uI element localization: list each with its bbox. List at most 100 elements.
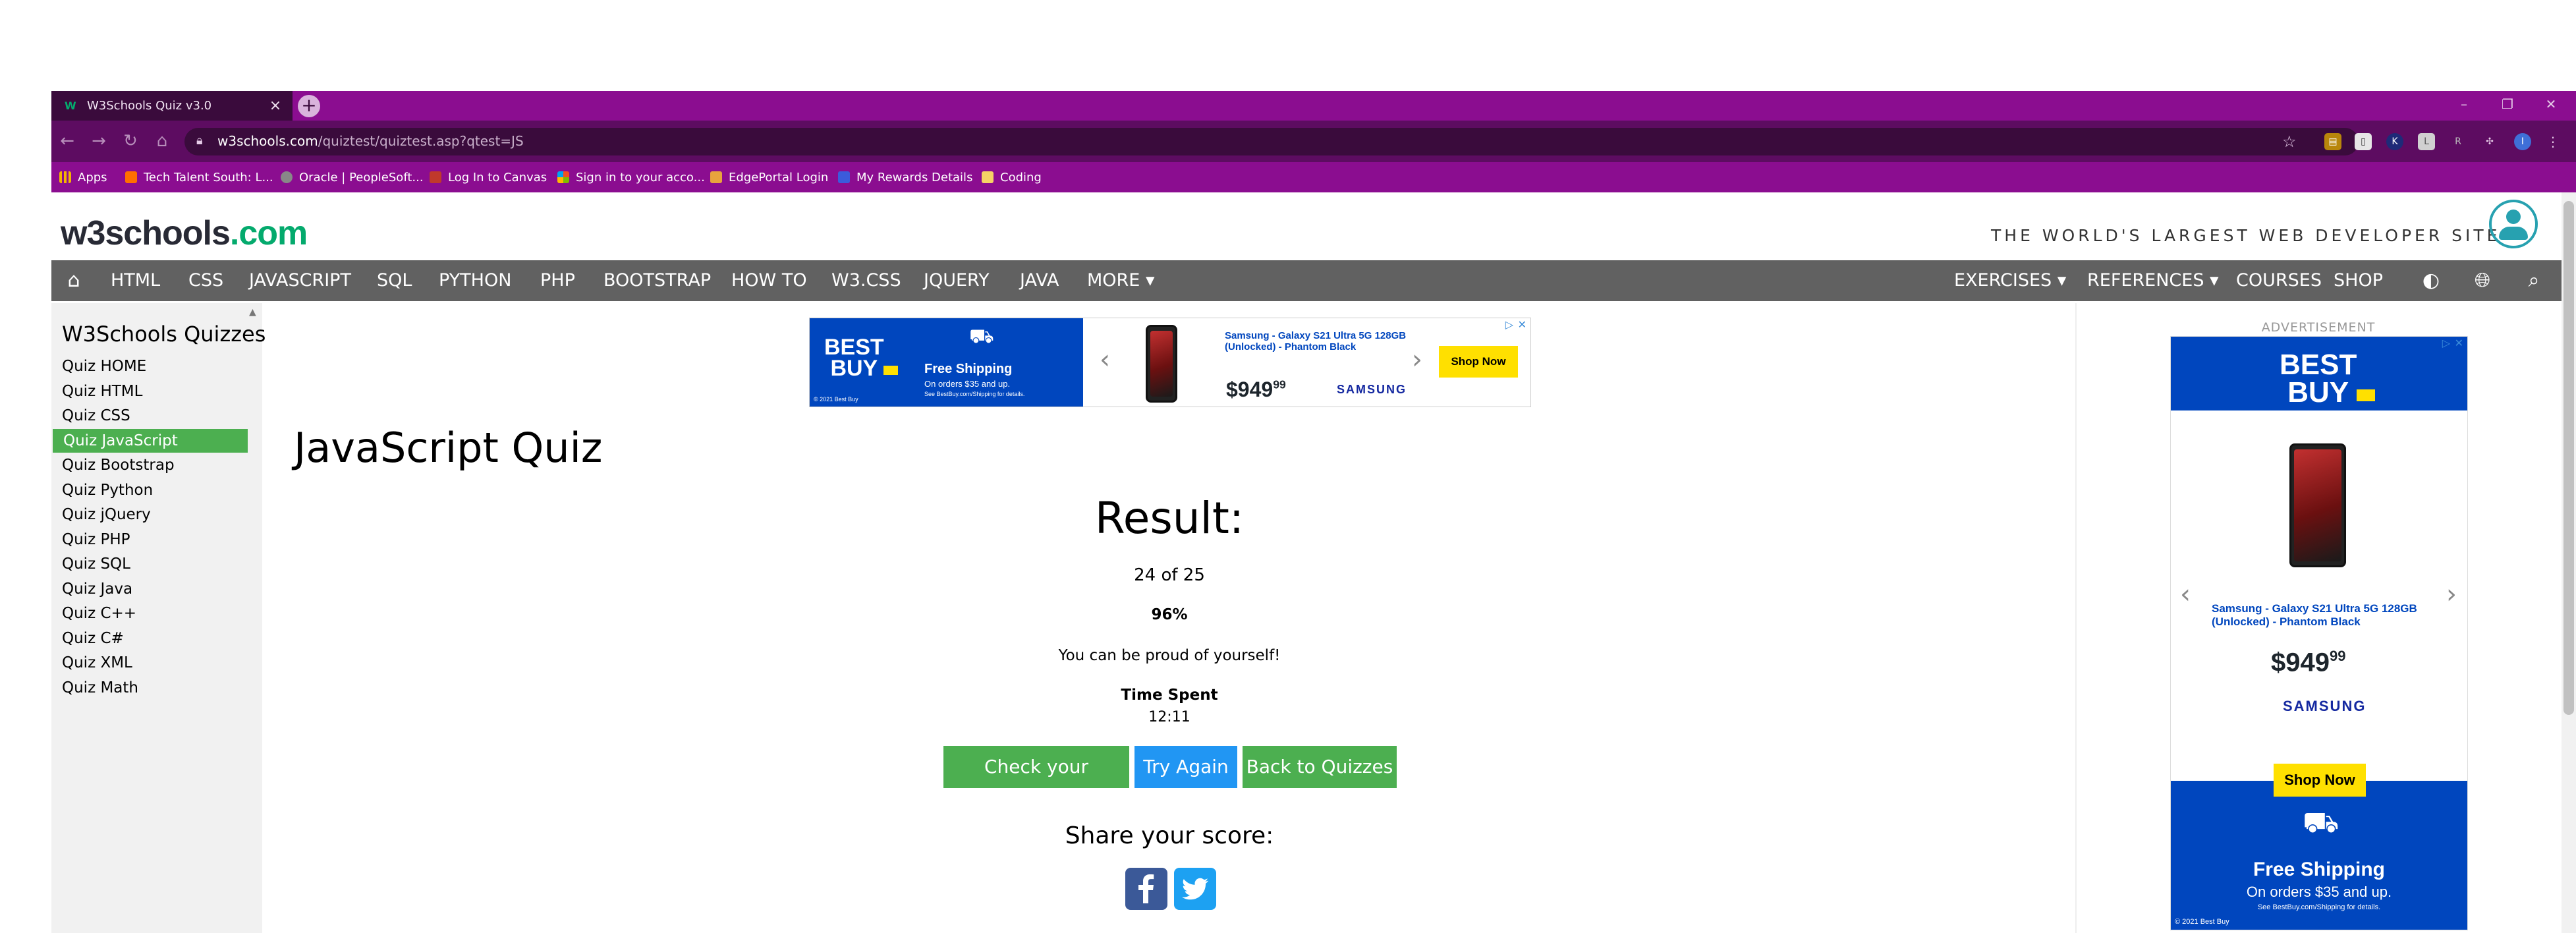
bookmark-tech-talent[interactable]: Tech Talent South: L... [125, 162, 273, 192]
ad-shop-now-button-front[interactable]: Shop Now [2274, 764, 2366, 797]
nav-exercises-dropdown[interactable]: EXERCISES ▾ [1954, 260, 2066, 301]
facebook-share-icon[interactable] [1125, 868, 1167, 910]
bookmark-folder-coding[interactable]: Coding [982, 162, 1042, 192]
minimize-icon[interactable]: – [2444, 91, 2484, 117]
extensions-puzzle-icon[interactable]: ✣ [2481, 133, 2498, 150]
browser-tab[interactable]: W W3Schools Quiz v3.0 × [51, 91, 293, 121]
sidebar-item-quiz-sql[interactable]: Quiz SQL [51, 552, 246, 576]
reload-icon[interactable]: ↻ [117, 129, 144, 153]
sidebar-item-quiz-java[interactable]: Quiz Java [51, 577, 246, 601]
tab-strip [51, 91, 2576, 121]
home-icon[interactable]: ⌂ [149, 129, 175, 153]
adchoices-icon[interactable]: ▷ [2442, 337, 2450, 349]
close-window-icon[interactable]: ✕ [2531, 91, 2571, 117]
ad-orders-text: On orders $35 and up. [924, 379, 1011, 389]
restore-icon[interactable]: ❐ [2488, 91, 2527, 117]
sidebar-item-quiz-python[interactable]: Quiz Python [51, 478, 246, 502]
address-bar[interactable]: 🔒︎ w3schools.com/quiztest/quiztest.asp?q… [184, 128, 2359, 156]
nav-php[interactable]: PHP [540, 260, 575, 301]
canvas-icon [430, 171, 441, 183]
nav-sql[interactable]: SQL [377, 260, 412, 301]
extension-r-icon[interactable]: R [2450, 133, 2467, 150]
extension-k-icon[interactable]: K [2386, 133, 2403, 150]
extension-doc-icon[interactable]: ▯ [2355, 133, 2372, 150]
nav-jquery[interactable]: JQUERY [924, 260, 990, 301]
nav-java[interactable]: JAVA [1020, 260, 1059, 301]
bookmark-star-icon[interactable]: ☆ [2282, 132, 2297, 151]
nav-courses[interactable]: COURSES [2236, 260, 2322, 301]
bookmark-canvas[interactable]: Log In to Canvas [430, 162, 547, 192]
lock-icon: 🔒︎ [196, 134, 203, 148]
result-heading: Result: [1094, 493, 1245, 544]
ad-free-shipping: Free Shipping [924, 362, 1013, 376]
share-heading: Share your score: [1065, 822, 1274, 849]
new-tab-button[interactable]: + [298, 95, 320, 117]
ad-close-icon[interactable]: ✕ [1518, 318, 1526, 331]
adchoices-icon[interactable]: ▷ [1505, 318, 1513, 331]
back-icon[interactable]: ← [54, 129, 80, 153]
ad-orders-text: On orders $35 and up. [2246, 884, 2392, 900]
nav-bootstrap[interactable]: BOOTSTRAP [603, 260, 711, 301]
ad-close-icon[interactable]: ✕ [2455, 337, 2463, 349]
user-account-icon[interactable] [2489, 200, 2538, 248]
browser-menu-icon[interactable]: ⋮ [2544, 133, 2562, 150]
home-nav-icon[interactable]: ⌂ [61, 260, 87, 301]
bookmark-label: Tech Talent South: L... [144, 170, 273, 184]
sidebar-item-quiz-home[interactable]: Quiz HOME [51, 354, 246, 378]
samsung-logo: SAMSUNG [2283, 698, 2366, 714]
nav-html[interactable]: HTML [111, 260, 160, 301]
sidebar-item-quiz-bootstrap[interactable]: Quiz Bootstrap [51, 453, 246, 477]
bestbuy-tag-icon [2357, 389, 2375, 401]
forward-icon[interactable]: → [86, 129, 112, 153]
close-tab-icon[interactable]: × [267, 98, 283, 114]
sidebar-item-quiz-javascript[interactable]: Quiz JavaScript [53, 429, 248, 453]
sidebar-item-quiz-css[interactable]: Quiz CSS [51, 404, 246, 428]
profile-avatar[interactable]: I [2514, 133, 2531, 150]
ad-prev-chevron-icon[interactable]: ‹ [1100, 345, 1110, 375]
sidebar-item-quiz-php[interactable]: Quiz PHP [51, 528, 246, 551]
content-divider [2075, 303, 2077, 933]
nav-javascript[interactable]: JAVASCRIPT [249, 260, 351, 301]
twitter-share-icon[interactable] [1174, 868, 1216, 910]
ad-see-details: See BestBuy.com/Shipping for details. [2257, 903, 2381, 911]
nav-shop[interactable]: SHOP [2334, 260, 2383, 301]
ad-prev-chevron-icon[interactable]: ‹ [2180, 579, 2191, 609]
nav-more-dropdown[interactable]: MORE ▾ [1087, 260, 1155, 301]
ad-shop-now-button[interactable]: Shop Now [1439, 346, 1518, 378]
nav-python[interactable]: PYTHON [439, 260, 511, 301]
sidebar-item-quiz-html[interactable]: Quiz HTML [51, 380, 246, 403]
bookmark-rewards[interactable]: My Rewards Details [838, 162, 972, 192]
bookmark-label: My Rewards Details [856, 170, 973, 184]
dark-mode-icon[interactable]: ◐ [2418, 260, 2444, 301]
back-to-quizzes-button[interactable]: Back to Quizzes [1243, 746, 1397, 788]
search-icon[interactable]: ⌕ [2521, 260, 2547, 301]
try-again-button[interactable]: Try Again [1134, 746, 1237, 788]
bookmark-microsoft[interactable]: Sign in to your acco... [557, 162, 705, 192]
price-cents: 99 [2329, 648, 2346, 664]
nav-howto[interactable]: HOW TO [731, 260, 807, 301]
check-answers-button[interactable]: Check your answers [943, 746, 1129, 820]
sidebar-item-quiz-jquery[interactable]: Quiz jQuery [51, 503, 246, 526]
extension-wallet-icon[interactable]: ▤ [2324, 133, 2341, 150]
sidebar-scroll-up-icon[interactable]: ▲ [249, 307, 256, 318]
nav-w3css[interactable]: W3.CSS [831, 260, 901, 301]
bookmark-apps[interactable]: Apps [59, 162, 107, 192]
price-whole: $949 [1226, 378, 1274, 401]
bookmark-oracle[interactable]: Oracle | PeopleSoft... [281, 162, 424, 192]
sidebar-item-quiz-xml[interactable]: Quiz XML [51, 651, 246, 675]
sidebar-ad[interactable]: BEST BUY ▷ ✕ ‹ › Samsung - Galaxy S21 Ult… [2170, 336, 2468, 930]
sidebar-item-quiz-math[interactable]: Quiz Math [51, 676, 246, 700]
page-scrollbar-thumb[interactable] [2563, 201, 2574, 715]
translate-globe-icon[interactable]: 🌐︎ [2469, 260, 2496, 301]
nav-references-dropdown[interactable]: REFERENCES ▾ [2087, 260, 2219, 301]
nav-css[interactable]: CSS [188, 260, 223, 301]
banner-ad[interactable]: BEST BUY ⛟ Free Shipping On orders $35 an… [809, 318, 1531, 407]
ad-next-chevron-icon[interactable]: › [2446, 579, 2457, 609]
extension-l-icon[interactable]: L [2418, 133, 2435, 150]
ad-free-shipping: Free Shipping [2253, 859, 2385, 880]
sidebar-item-quiz-cpp[interactable]: Quiz C++ [51, 602, 246, 625]
sidebar-item-quiz-csharp[interactable]: Quiz C# [51, 627, 246, 650]
ad-next-chevron-icon[interactable]: › [1412, 345, 1422, 375]
bookmark-edgeportal[interactable]: EdgePortal Login [710, 162, 828, 192]
w3schools-logo[interactable]: w3schools.com [61, 213, 308, 253]
